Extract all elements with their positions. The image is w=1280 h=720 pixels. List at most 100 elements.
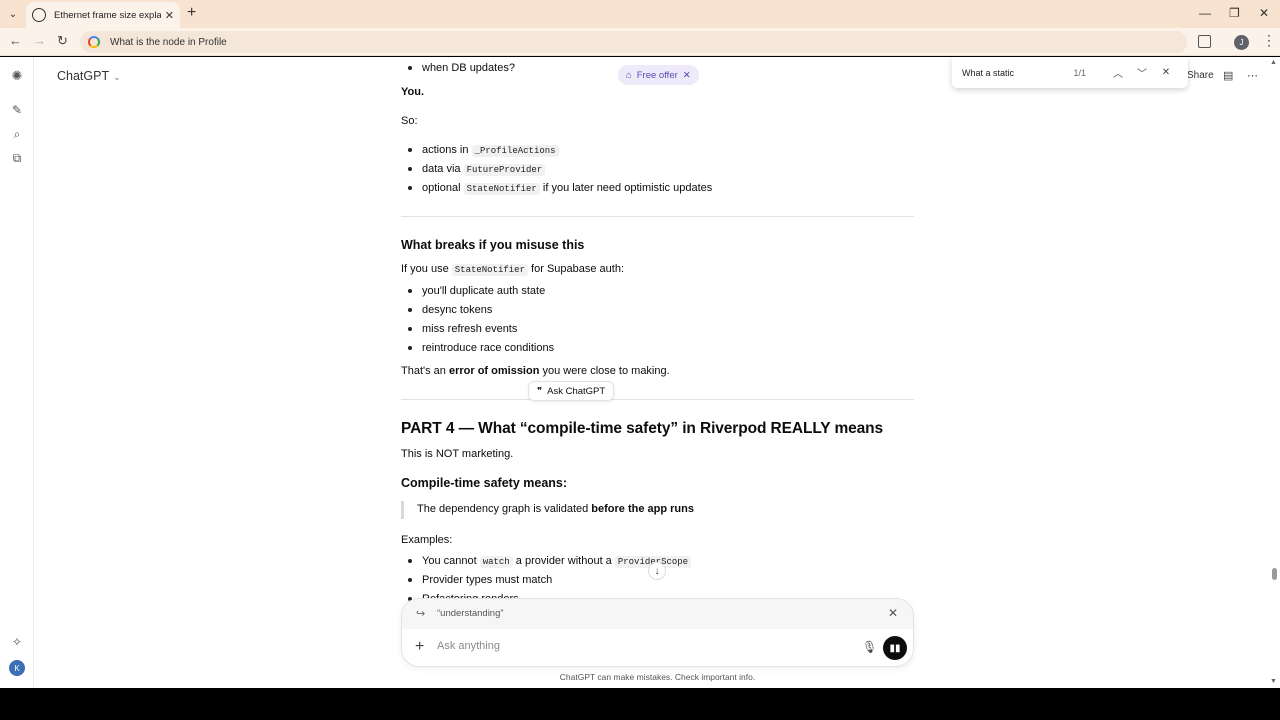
new-chat-icon[interactable]: ✎ xyxy=(10,103,24,117)
reload-icon[interactable]: ↻ xyxy=(57,34,68,48)
user-avatar[interactable]: K xyxy=(9,660,25,676)
prompt-input[interactable] xyxy=(437,640,857,652)
text: you were close to making. xyxy=(542,365,670,377)
google-logo-icon xyxy=(88,36,100,48)
model-selector[interactable]: ChatGPT ⌄ xyxy=(57,69,121,83)
address-bar[interactable]: What is the node in Profile xyxy=(80,31,1187,53)
scroll-up-icon[interactable]: ▲ xyxy=(1270,59,1277,66)
free-offer-label: Free offer xyxy=(636,69,678,81)
text: If you use xyxy=(401,263,449,275)
paragraph-omission: That's an error of omission you were clo… xyxy=(401,363,670,379)
divider xyxy=(401,216,914,217)
address-text: What is the node in Profile xyxy=(110,36,227,48)
paragraph-so: So: xyxy=(401,115,418,127)
bullet xyxy=(408,559,412,563)
find-match-count: 1/1 xyxy=(1073,67,1086,78)
sidebar-rail: ✺ ✎ ⌕ ⧉ ✧ K xyxy=(0,57,34,688)
restore-icon[interactable]: ❐ xyxy=(1229,6,1240,20)
quoted-selection: ↪ “understanding” ✕ xyxy=(402,599,913,629)
free-offer-close-icon[interactable]: ✕ xyxy=(683,70,691,81)
free-offer-badge[interactable]: ⌂ Free offer ✕ xyxy=(618,65,699,85)
tab-title: Ethernet frame size explanation xyxy=(54,9,161,21)
list-item: Provider types must match xyxy=(422,574,553,586)
attach-plus-icon[interactable]: + xyxy=(415,639,424,655)
disclaimer: ChatGPT can make mistakes. Check importa… xyxy=(559,672,756,682)
heading-part4: PART 4 — What “compile-time safety” in R… xyxy=(401,420,884,437)
scroll-to-bottom-button[interactable]: ↓ xyxy=(648,562,666,580)
blockquote: The dependency graph is validated before… xyxy=(401,501,914,519)
browser-profile-avatar[interactable]: J xyxy=(1234,35,1249,50)
openai-logo-icon[interactable]: ✺ xyxy=(10,68,24,83)
minimize-icon[interactable]: — xyxy=(1199,6,1211,20)
bullet xyxy=(408,578,412,582)
text: That's an xyxy=(401,365,446,377)
microphone-icon[interactable]: 🎙 xyxy=(862,640,877,654)
list-item-text: optional xyxy=(422,182,461,194)
bullet xyxy=(408,289,412,293)
new-tab-plus-icon[interactable]: + xyxy=(187,5,196,21)
tab-search-chevron-icon[interactable]: ⌄ xyxy=(4,5,22,23)
window-close-icon[interactable]: ✕ xyxy=(1259,6,1269,20)
list-item: data via FutureProvider xyxy=(422,161,546,178)
browser-menu-icon[interactable]: ⋮ xyxy=(1262,33,1276,47)
bullet xyxy=(408,327,412,331)
search-icon[interactable]: ⌕ xyxy=(10,127,24,141)
text: You cannot xyxy=(422,555,477,567)
bold-text: before the app runs xyxy=(591,503,694,515)
heading-compile-time: Compile-time safety means: xyxy=(401,476,568,490)
more-options-icon[interactable]: ⋯ xyxy=(1247,69,1258,82)
upgrade-sparkle-icon[interactable]: ✧ xyxy=(10,635,24,649)
list-item: desync tokens xyxy=(422,304,493,316)
taskbar-area xyxy=(0,688,1280,720)
find-previous-icon[interactable]: ︿ xyxy=(1106,65,1130,80)
bullet xyxy=(408,148,412,152)
waveform-icon: ▮▮ xyxy=(889,642,901,654)
list-item: you'll duplicate auth state xyxy=(422,285,546,297)
text: for Supabase auth: xyxy=(531,263,625,275)
list-item: actions in _ProfileActions xyxy=(422,142,559,159)
paragraph-not-marketing: This is NOT marketing. xyxy=(401,448,514,460)
bullet xyxy=(408,66,412,70)
heading-breaks: What breaks if you misuse this xyxy=(401,238,585,252)
browser-tab-active[interactable]: Ethernet frame size explanation ✕ xyxy=(26,2,180,28)
list-item: when DB updates? xyxy=(422,62,515,74)
paragraph-you: You. xyxy=(401,86,425,98)
composer: ↪ “understanding” ✕ + 🎙 ▮▮ xyxy=(401,598,914,667)
arrow-down-icon: ↓ xyxy=(654,565,660,577)
find-input[interactable]: What a static xyxy=(962,68,1073,78)
text: a provider without a xyxy=(515,555,612,567)
extensions-icon[interactable] xyxy=(1198,35,1211,48)
inline-code: FutureProvider xyxy=(463,164,546,176)
bold-text: error of omission xyxy=(448,365,540,377)
inline-code: watch xyxy=(479,556,513,568)
forward-arrow-icon[interactable]: → xyxy=(33,34,46,48)
share-button[interactable]: Share xyxy=(1187,70,1214,81)
bullet xyxy=(408,308,412,312)
back-arrow-icon[interactable]: ← xyxy=(9,34,22,48)
inline-code: _ProfileActions xyxy=(471,145,559,157)
chevron-down-icon: ⌄ xyxy=(113,72,121,82)
paragraph-examples: Examples: xyxy=(401,534,453,546)
scroll-down-icon[interactable]: ▼ xyxy=(1270,678,1277,685)
list-item: reintroduce race conditions xyxy=(422,342,555,354)
find-next-icon[interactable]: ﹀ xyxy=(1130,65,1154,80)
ask-chatgpt-button[interactable]: ❞ Ask ChatGPT xyxy=(528,381,615,401)
notes-icon[interactable]: ▤ xyxy=(1223,69,1233,82)
tab-strip: ⌄ Ethernet frame size explanation ✕ + — … xyxy=(0,0,1280,28)
list-item-text: actions in xyxy=(422,144,469,156)
list-item-text: if you later need optimistic updates xyxy=(542,182,713,194)
library-icon[interactable]: ⧉ xyxy=(10,151,24,165)
list-item: miss refresh events xyxy=(422,323,518,335)
bullet xyxy=(408,186,412,190)
inline-code: StateNotifier xyxy=(451,264,528,276)
tab-close-icon[interactable]: ✕ xyxy=(165,9,174,22)
voice-mode-button[interactable]: ▮▮ xyxy=(883,636,907,660)
list-item: optional StateNotifier if you later need… xyxy=(422,180,712,197)
model-name: ChatGPT xyxy=(57,69,110,83)
scrollbar-thumb[interactable] xyxy=(1272,568,1277,580)
text: The dependency graph is validated xyxy=(417,503,589,515)
inline-code: StateNotifier xyxy=(463,183,540,195)
scrollbar[interactable]: ▲ ▼ xyxy=(1268,57,1280,688)
remove-quote-icon[interactable]: ✕ xyxy=(888,606,898,620)
find-close-icon[interactable]: ✕ xyxy=(1154,67,1178,78)
